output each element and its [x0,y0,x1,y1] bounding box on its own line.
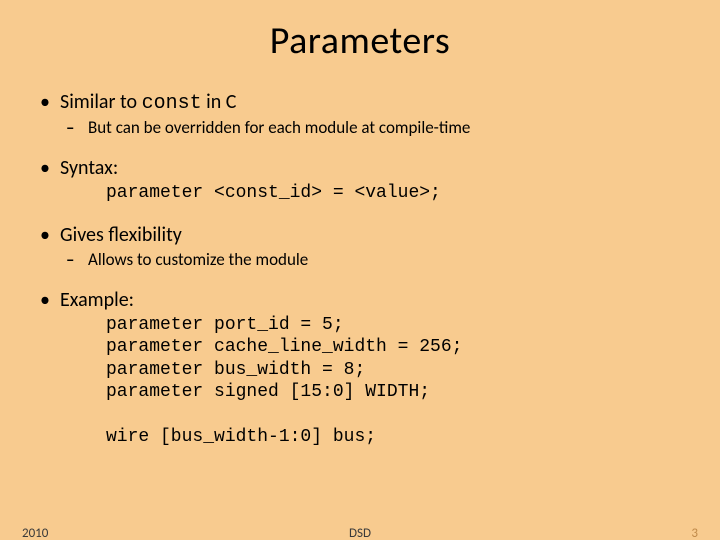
slide: Parameters Similar to const in C But can… [0,0,720,540]
footer-page-number: 3 [691,526,698,540]
code-example: parameter port_id = 5; parameter cache_l… [106,314,688,449]
bullet-list: Similar to const in C But can be overrid… [32,90,688,449]
sub-bullet-list: But can be overridden for each module at… [60,117,688,138]
sub-bullet-list-2: Allows to customize the module [60,249,688,270]
sub-bullet-customize: Allows to customize the module [60,249,688,270]
bullet-example-label: Example: [60,288,134,312]
bullet-syntax-label: Syntax: [60,156,118,180]
bullet-flexibility: Gives flexibility Allows to customize th… [32,223,688,270]
bullet-example: Example: parameter port_id = 5; paramete… [32,288,688,449]
bullet-flexibility-label: Gives flexibility [60,223,182,247]
code-syntax: parameter <const_id> = <value>; [106,182,688,205]
sub-bullet-overridden: But can be overridden for each module at… [60,117,688,138]
bullet-text-post: in C [202,90,237,114]
bullet-syntax: Syntax: parameter <const_id> = <value>; [32,156,688,205]
slide-title: Parameters [32,18,688,64]
bullet-text-code: const [142,92,202,115]
bullet-text-pre: Similar to [60,90,142,114]
bullet-similar-const: Similar to const in C But can be overrid… [32,90,688,138]
footer-mid: DSD [0,526,720,540]
